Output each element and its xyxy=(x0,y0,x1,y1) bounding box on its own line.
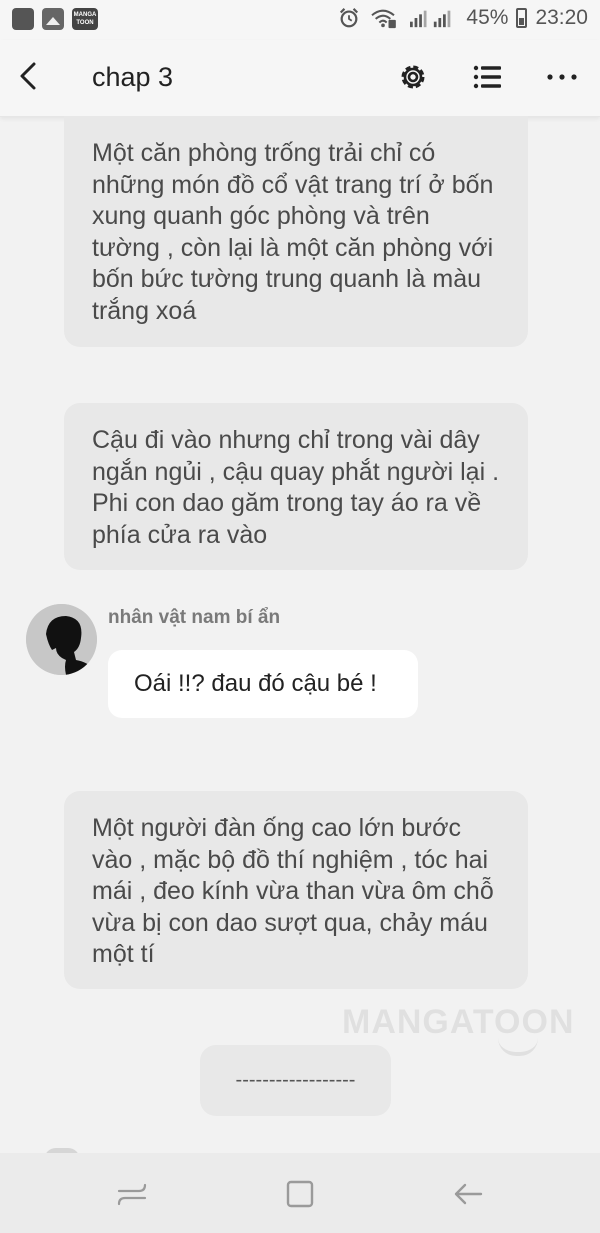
speech-bubble: Oái !!? đau đó cậu bé ! xyxy=(108,650,418,718)
battery-percent: 45% xyxy=(466,6,509,29)
alarm-icon xyxy=(340,8,359,28)
divider-bubble: ------------------ xyxy=(200,1045,391,1116)
status-notifications: MANGA TOON xyxy=(12,8,98,30)
page-title: chap 3 xyxy=(92,62,174,92)
app-bar: chap 3 xyxy=(0,40,600,117)
signal-icon xyxy=(410,10,451,28)
back-arrow-icon[interactable] xyxy=(12,58,48,94)
narration-bubble: Một người đàn ống cao lớn bước vào , mặc… xyxy=(64,791,528,989)
wifi-icon xyxy=(371,9,397,29)
narration-bubble: Cậu đi vào nhưng chỉ trong vài dây ngắn … xyxy=(64,403,528,570)
home-icon[interactable] xyxy=(283,1177,317,1211)
list-icon[interactable] xyxy=(470,60,504,94)
image-icon xyxy=(42,8,64,30)
system-nav-bar xyxy=(0,1153,600,1233)
status-bar: MANGA TOON 45% 23:20 xyxy=(0,0,600,40)
settings-icon[interactable] xyxy=(396,60,430,94)
battery-icon xyxy=(516,8,528,28)
silhouette-icon xyxy=(26,604,97,675)
more-icon[interactable] xyxy=(544,60,580,94)
recent-apps-icon[interactable] xyxy=(115,1177,149,1211)
watermark: MANGATOON xyxy=(342,1003,575,1041)
narration-bubble: Một căn phòng trống trải chỉ có những mó… xyxy=(64,116,528,347)
clock: 23:20 xyxy=(535,6,588,29)
avatar[interactable] xyxy=(26,604,97,675)
status-indicators: 45% 23:20 xyxy=(338,6,588,30)
notification-icon xyxy=(12,8,34,30)
speaker-name: nhân vật nam bí ẩn xyxy=(108,607,281,628)
mangatoon-app-icon: MANGA TOON xyxy=(72,8,98,30)
watermark-smile-icon xyxy=(498,1038,538,1056)
back-icon[interactable] xyxy=(451,1177,485,1211)
